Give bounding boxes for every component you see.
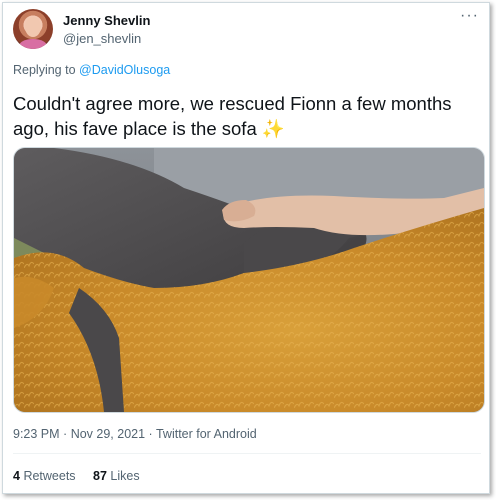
engagement-stats: 4 Retweets 87 Likes: [13, 469, 154, 483]
replying-to: Replying to @DavidOlusoga: [13, 63, 170, 77]
retweets-count: 4: [13, 469, 20, 483]
tweet-time: 9:23 PM: [13, 427, 60, 441]
replying-prefix: Replying to: [13, 63, 76, 77]
reply-target-link[interactable]: @DavidOlusoga: [79, 63, 170, 77]
avatar-face: [25, 17, 41, 37]
tweet-text-line2: ago, his fave place is the sofa: [13, 118, 257, 139]
divider: [13, 453, 481, 454]
author-handle[interactable]: @jen_shevlin: [63, 31, 141, 46]
likes-stat[interactable]: 87 Likes: [93, 469, 140, 483]
tweet-text: Couldn't agree more, we rescued Fionn a …: [13, 91, 479, 141]
tweet-photo[interactable]: [13, 147, 485, 413]
meta-separator: ·: [63, 427, 68, 441]
tweet-card: Jenny Shevlin @jen_shevlin ··· Replying …: [2, 2, 490, 494]
likes-count: 87: [93, 469, 107, 483]
avatar-shirt: [19, 39, 47, 49]
tweet-source: Twitter for Android: [155, 427, 257, 441]
retweets-stat[interactable]: 4 Retweets: [13, 469, 79, 483]
likes-label: Likes: [110, 469, 140, 483]
tweet-timestamp[interactable]: 9:23 PM · Nov 29, 2021 · Twitter for And…: [13, 427, 257, 441]
avatar[interactable]: [13, 9, 53, 49]
author-name[interactable]: Jenny Shevlin: [63, 13, 150, 28]
sparkles-icon: ✨: [261, 118, 285, 139]
tweet-text-line1: Couldn't agree more, we rescued Fionn a …: [13, 93, 452, 114]
retweets-label: Retweets: [23, 469, 76, 483]
meta-separator: ·: [148, 427, 153, 441]
dog-on-sofa-photo: [14, 148, 484, 412]
more-horizontal-icon[interactable]: ···: [460, 7, 479, 25]
tweet-date: Nov 29, 2021: [70, 427, 146, 441]
